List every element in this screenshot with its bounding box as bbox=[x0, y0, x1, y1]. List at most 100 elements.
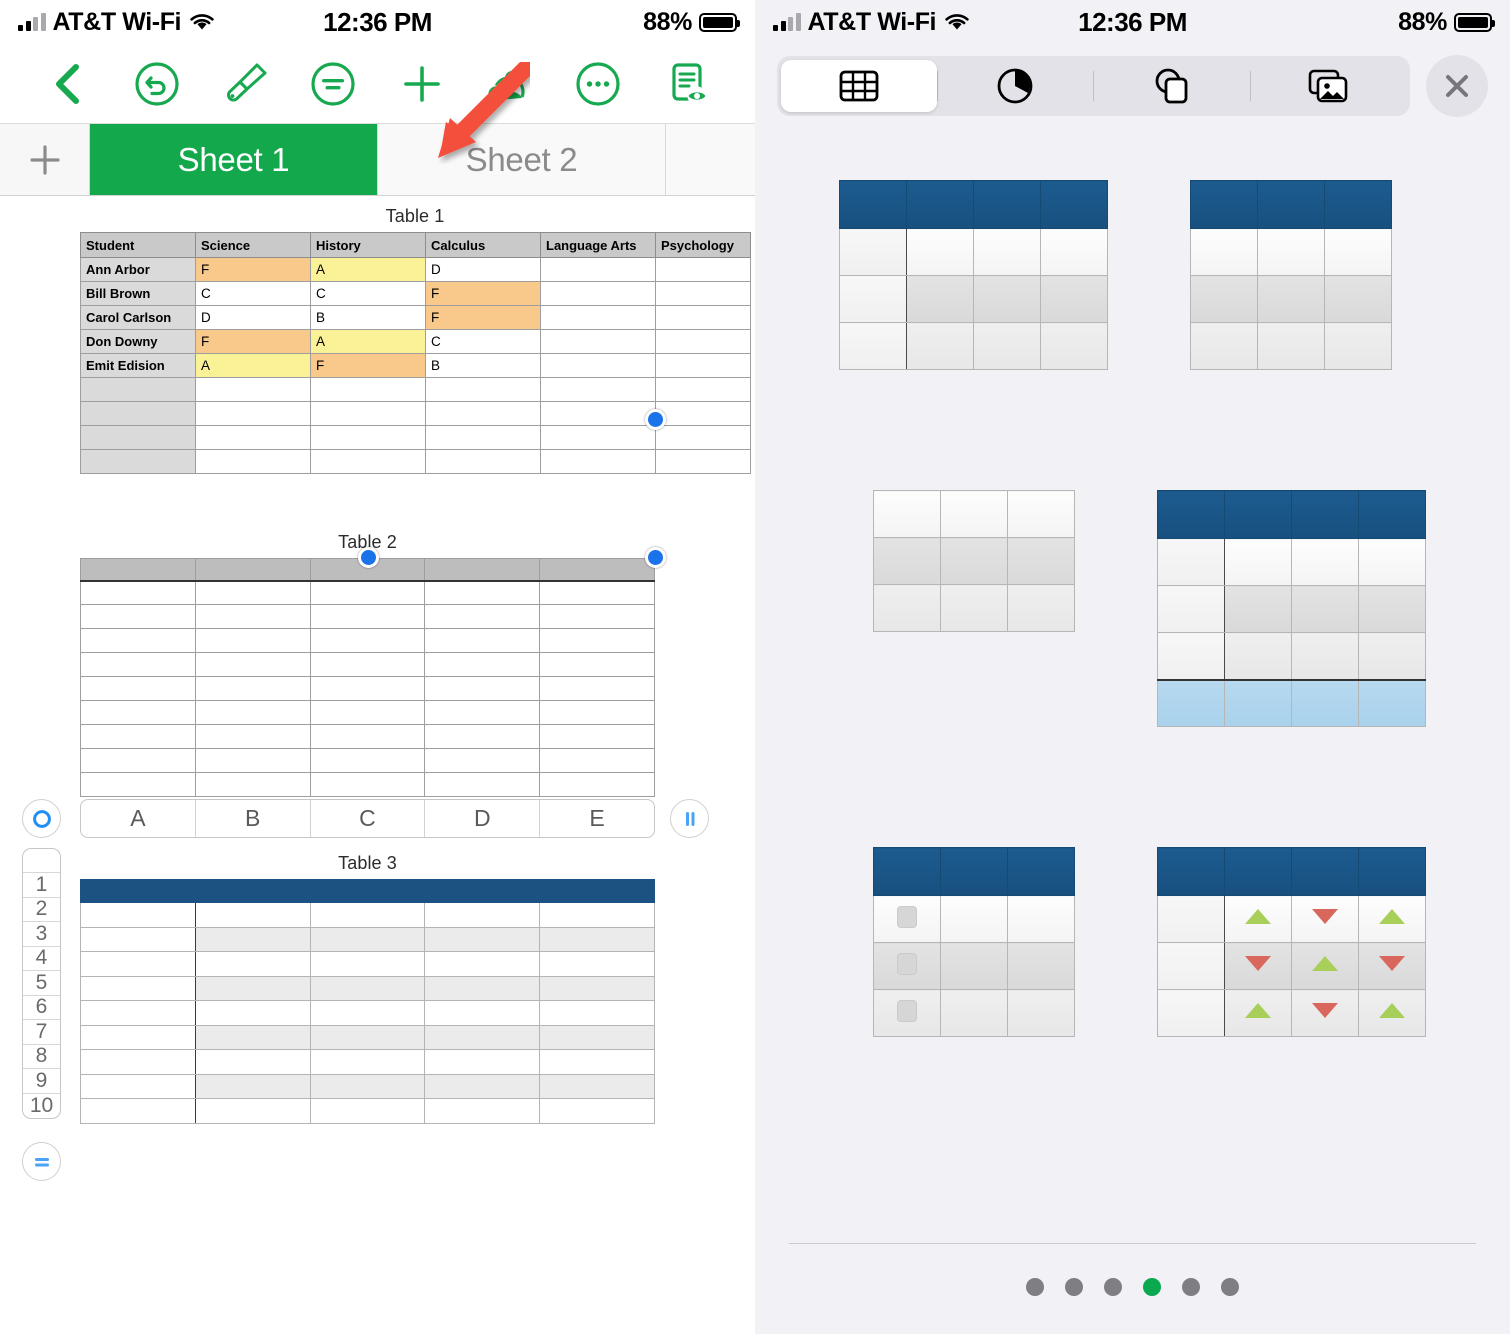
table-row[interactable] bbox=[80, 652, 655, 677]
table3-cell[interactable] bbox=[80, 879, 196, 903]
table1-cell[interactable] bbox=[425, 401, 541, 426]
table1-cell[interactable] bbox=[655, 257, 751, 282]
table2-cell[interactable] bbox=[80, 748, 196, 773]
table1-cell[interactable] bbox=[540, 449, 656, 474]
table3-cell[interactable] bbox=[194, 926, 311, 952]
table-row[interactable] bbox=[80, 700, 655, 725]
table2-cell[interactable] bbox=[424, 558, 541, 582]
table-row[interactable]: Bill Brown C C F bbox=[80, 281, 751, 306]
close-panel-button[interactable] bbox=[1426, 55, 1488, 117]
table-row[interactable] bbox=[80, 1000, 655, 1026]
column-header-c[interactable]: C bbox=[311, 800, 426, 837]
row-header-6[interactable]: 6 bbox=[23, 995, 60, 1020]
table-row[interactable] bbox=[80, 628, 655, 653]
table3-cell[interactable] bbox=[80, 926, 196, 952]
table3-cell[interactable] bbox=[539, 1049, 655, 1075]
row-header-10[interactable]: 10 bbox=[23, 1094, 60, 1119]
table1-cell[interactable] bbox=[655, 281, 751, 306]
table1-col-header[interactable]: Language Arts bbox=[540, 232, 656, 258]
table-style-4[interactable] bbox=[1156, 490, 1426, 727]
table2-cell[interactable] bbox=[539, 558, 655, 582]
table3-cell[interactable] bbox=[80, 1024, 196, 1050]
table1-cell[interactable] bbox=[195, 425, 311, 450]
table2-container[interactable]: Table 2 bbox=[80, 532, 655, 797]
table1-cell[interactable] bbox=[540, 305, 656, 330]
table-row[interactable] bbox=[80, 1049, 655, 1075]
table3-container[interactable]: Table 3 bbox=[80, 853, 655, 1124]
table1-cell[interactable]: C bbox=[310, 281, 426, 306]
table1-row-label[interactable] bbox=[80, 401, 196, 426]
sheet-tab-sheet-2[interactable]: Sheet 2 bbox=[378, 124, 666, 195]
collaborate-button[interactable] bbox=[482, 56, 538, 112]
table1-cell[interactable]: A bbox=[195, 353, 311, 378]
table2-cell[interactable] bbox=[539, 628, 655, 653]
table1-cell[interactable] bbox=[655, 401, 751, 426]
table2-cell[interactable] bbox=[309, 724, 426, 749]
table3-cell[interactable] bbox=[424, 926, 541, 952]
table2-cell[interactable] bbox=[80, 558, 196, 582]
table-row[interactable]: Don Downy F A C bbox=[80, 329, 751, 354]
table1-cell[interactable] bbox=[195, 377, 311, 402]
table3-cell[interactable] bbox=[424, 879, 541, 903]
row-header-1[interactable]: 1 bbox=[23, 873, 60, 898]
table1-row-label[interactable] bbox=[80, 425, 196, 450]
back-button[interactable] bbox=[40, 56, 96, 112]
table3[interactable] bbox=[80, 879, 655, 1124]
table-style-5[interactable] bbox=[872, 847, 1075, 1037]
table3-cell[interactable] bbox=[539, 1024, 655, 1050]
table3-cell[interactable] bbox=[309, 1098, 426, 1124]
table3-cell[interactable] bbox=[424, 951, 541, 977]
table3-cell[interactable] bbox=[194, 1098, 311, 1124]
table3-cell[interactable] bbox=[309, 1024, 426, 1050]
add-sheet-button[interactable] bbox=[0, 124, 90, 195]
insert-button[interactable] bbox=[394, 56, 450, 112]
table2-cell[interactable] bbox=[80, 580, 196, 605]
table1-row-label[interactable]: Carol Carlson bbox=[80, 305, 196, 330]
table3-cell[interactable] bbox=[424, 975, 541, 1001]
more-options-button[interactable] bbox=[570, 56, 626, 112]
table2-cell[interactable] bbox=[424, 580, 541, 605]
table-row[interactable] bbox=[80, 975, 655, 1001]
column-header-d[interactable]: D bbox=[425, 800, 541, 837]
table2-cell[interactable] bbox=[424, 700, 541, 725]
table1[interactable]: Student Science History Calculus Languag… bbox=[80, 232, 751, 474]
table1-cell[interactable] bbox=[540, 257, 656, 282]
table2-cell[interactable] bbox=[424, 604, 541, 629]
table1-row-label[interactable]: Don Downy bbox=[80, 329, 196, 354]
table-style-2[interactable] bbox=[1190, 180, 1393, 370]
table2-cell[interactable] bbox=[194, 772, 311, 797]
table2-cell[interactable] bbox=[539, 676, 655, 701]
table-style-1[interactable] bbox=[839, 180, 1109, 370]
table3-cell[interactable] bbox=[80, 902, 196, 928]
table-row[interactable] bbox=[80, 1024, 655, 1050]
table1-cell[interactable]: F bbox=[425, 305, 541, 330]
table3-cell[interactable] bbox=[194, 975, 311, 1001]
table-row[interactable] bbox=[80, 425, 751, 450]
table1-row-label[interactable]: Bill Brown bbox=[80, 281, 196, 306]
table2-cell[interactable] bbox=[539, 748, 655, 773]
table3-cell[interactable] bbox=[539, 975, 655, 1001]
table1-col-header[interactable]: Psychology bbox=[655, 232, 751, 258]
table2-cell[interactable] bbox=[80, 604, 196, 629]
table3-cell[interactable] bbox=[424, 1024, 541, 1050]
table1-cell[interactable]: C bbox=[425, 329, 541, 354]
sheet-tab-sheet-1[interactable]: Sheet 1 bbox=[90, 124, 378, 195]
page-dot-6[interactable] bbox=[1221, 1278, 1239, 1296]
table1-cell[interactable] bbox=[540, 425, 656, 450]
table1-row-label[interactable]: Emit Edision bbox=[80, 353, 196, 378]
table2-cell[interactable] bbox=[194, 604, 311, 629]
table3-cell[interactable] bbox=[539, 902, 655, 928]
table2-cell[interactable] bbox=[309, 700, 426, 725]
table2-cell[interactable] bbox=[424, 772, 541, 797]
table3-cell[interactable] bbox=[309, 1000, 426, 1026]
table1-cell[interactable]: A bbox=[310, 329, 426, 354]
table1-cell[interactable]: D bbox=[195, 305, 311, 330]
table2-cell[interactable] bbox=[80, 652, 196, 677]
table1-cell[interactable]: F bbox=[195, 257, 311, 282]
table1-cell[interactable] bbox=[655, 377, 751, 402]
table1-cell[interactable] bbox=[310, 377, 426, 402]
tab-charts[interactable] bbox=[938, 60, 1094, 112]
table1-container[interactable]: Table 1 Student Science History Calculus… bbox=[80, 206, 751, 474]
table3-cell[interactable] bbox=[309, 926, 426, 952]
table2-cell[interactable] bbox=[309, 652, 426, 677]
